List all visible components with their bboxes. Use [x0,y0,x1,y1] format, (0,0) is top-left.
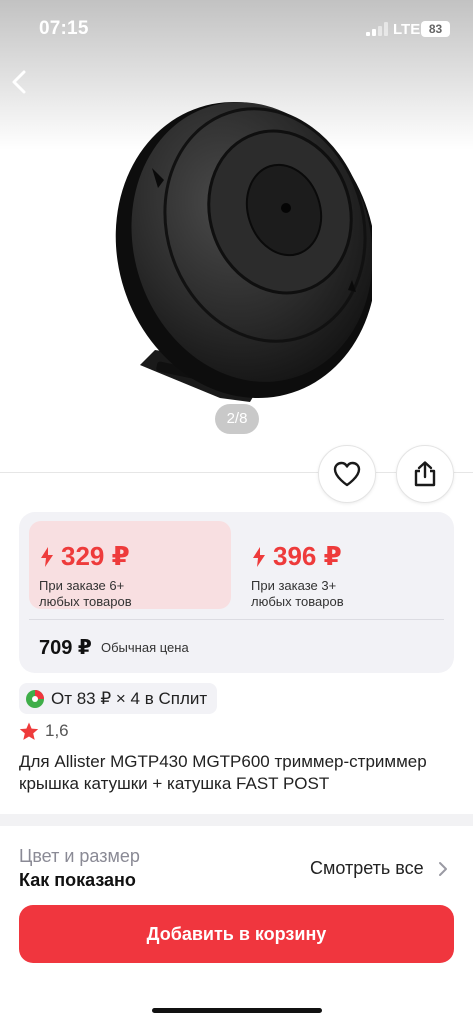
split-text: От 83 ₽ × 4 в Сплит [51,688,208,708]
star-icon [19,722,39,740]
tier-price-value: 329 ₽ [61,541,130,571]
section-separator [0,814,473,826]
price-card-divider [29,619,444,620]
chevron-right-icon [438,861,447,876]
product-photo [115,101,372,402]
lightning-icon [41,546,53,567]
back-button[interactable] [4,62,38,102]
share-icon [414,461,436,487]
status-bar: 07:15 LTE 83 [0,0,473,56]
price-tier-6plus[interactable]: 329 ₽ При заказе 6+ любых товаров [29,521,231,609]
regular-price-label: Обычная цена [101,640,189,655]
lightning-icon [253,546,265,567]
split-badge[interactable]: От 83 ₽ × 4 в Сплит [19,683,218,714]
status-time: 07:15 [39,18,89,39]
signal-icon [366,22,388,36]
tier-description: При заказе 3+ любых товаров [251,578,344,609]
see-all-link[interactable]: Смотреть все [310,858,448,879]
home-indicator[interactable] [152,1008,322,1013]
share-button[interactable] [396,445,454,503]
product-gallery[interactable]: 2/8 [0,0,473,472]
tier-price-value: 396 ₽ [273,541,342,571]
product-title: Для Allister MGTP430 MGTP600 триммер-стр… [19,752,427,793]
tier-description: При заказе 6+ любых товаров [39,578,132,609]
split-logo-icon [26,689,44,708]
variant-value: Как показано [19,870,136,888]
see-all-label: Смотреть все [310,858,424,878]
network-label: LTE [393,21,421,38]
regular-price: 709 ₽ [39,637,92,659]
tier-price: 396 ₽ [253,541,342,572]
product-rating[interactable]: 1,6 [19,721,69,741]
gallery-counter: 2/8 [215,404,259,434]
price-tier-3plus[interactable]: 396 ₽ При заказе 3+ любых товаров [241,521,443,609]
variant-label: Цвет и размер [19,846,140,866]
battery-icon: 83 [421,21,450,37]
add-to-cart-button[interactable]: Добавить в корзину [19,905,454,963]
price-card: 329 ₽ При заказе 6+ любых товаров 396 ₽ … [19,512,454,673]
back-chevron-icon [12,70,26,94]
tier-price: 329 ₽ [41,541,130,572]
heart-icon [333,461,361,487]
favorite-button[interactable] [318,445,376,503]
rating-value: 1,6 [45,721,69,740]
